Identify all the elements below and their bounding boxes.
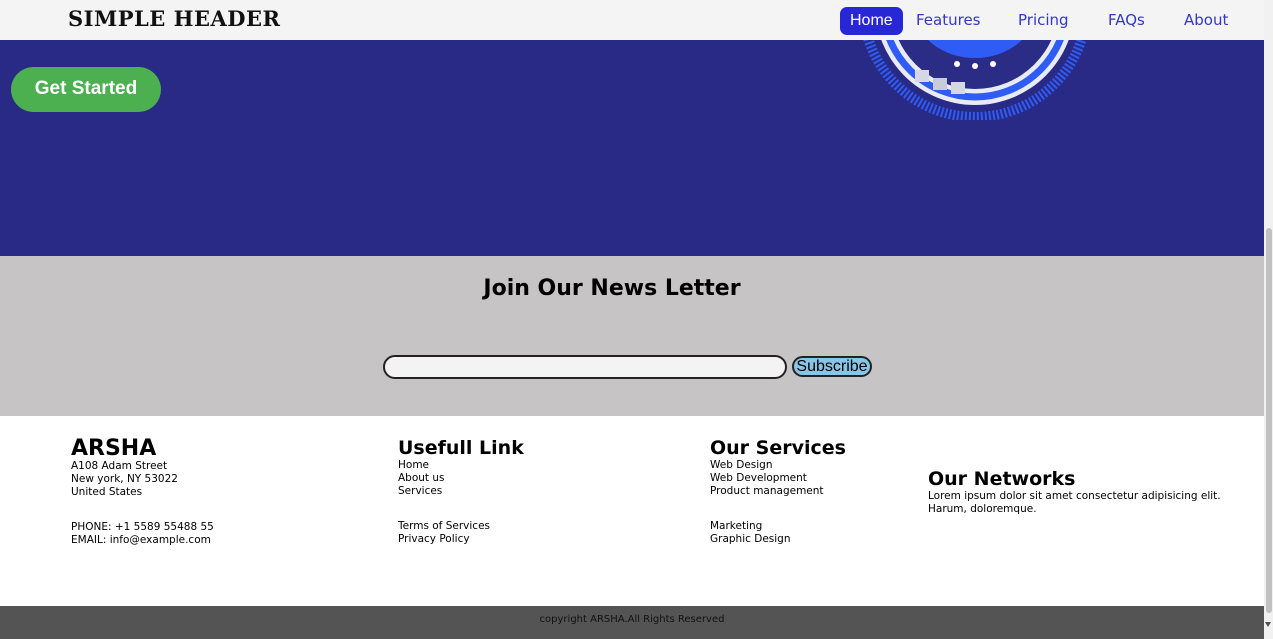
newsletter-title: Join Our News Letter (483, 276, 741, 301)
nav-pricing[interactable]: Pricing (1018, 7, 1069, 35)
footer-link-about[interactable]: About us (398, 472, 524, 485)
footer-link-privacy[interactable]: Privacy Policy (398, 533, 524, 546)
address-line: New york, NY 53022 (71, 473, 178, 485)
subscribe-button[interactable]: Subscribe (792, 356, 872, 377)
newsletter-email-input[interactable] (383, 355, 787, 379)
nav-features[interactable]: Features (916, 7, 981, 35)
footer-brand-column: ARSHA A108 Adam Street New york, NY 5302… (71, 438, 214, 547)
hero-illustration (863, 40, 1087, 120)
service-graphic-design[interactable]: Graphic Design (710, 533, 846, 546)
footer-phone: PHONE: +1 5589 55488 55 (71, 521, 214, 533)
service-web-design[interactable]: Web Design (710, 459, 846, 472)
scrollbar-thumb[interactable] (1266, 228, 1272, 613)
nav-home[interactable]: Home (840, 7, 903, 35)
service-product-management[interactable]: Product management (710, 485, 846, 498)
main-nav: Home Features Pricing FAQs About (0, 7, 1264, 35)
service-marketing[interactable]: Marketing (710, 520, 846, 533)
newsletter-section: Join Our News Letter Subscribe (0, 256, 1264, 416)
scroll-down-arrow-icon[interactable] (1265, 622, 1271, 627)
page: SIMPLE HEADER Home Features Pricing FAQs… (0, 0, 1264, 639)
footer-links-column: Usefull Link Home About us Services Term… (398, 437, 524, 546)
site-header: SIMPLE HEADER Home Features Pricing FAQs… (0, 0, 1264, 40)
nav-faqs[interactable]: FAQs (1108, 7, 1145, 35)
copyright-bar: copyright ARSHA.All Rights Reserved (0, 606, 1264, 639)
footer-services-column: Our Services Web Design Web Development … (710, 437, 846, 546)
footer-brand-name: ARSHA (71, 436, 157, 461)
footer-email[interactable]: EMAIL: info@example.com (71, 534, 214, 547)
footer-networks-column: Our Networks Lorem ipsum dolor sit amet … (928, 468, 1221, 516)
service-web-development[interactable]: Web Development (710, 472, 846, 485)
footer-services-title: Our Services (710, 437, 846, 459)
address-line: A108 Adam Street (71, 460, 168, 472)
footer-links-title: Usefull Link (398, 437, 524, 459)
footer-networks-title: Our Networks (928, 468, 1076, 490)
nav-about[interactable]: About (1184, 7, 1228, 35)
footer-link-terms[interactable]: Terms of Services (398, 520, 524, 533)
address-line: United States (71, 486, 143, 498)
footer-link-services[interactable]: Services (398, 485, 524, 498)
vertical-scrollbar[interactable] (1264, 0, 1273, 639)
networks-text-line: Harum, doloremque. (928, 503, 1037, 515)
networks-text-line: Lorem ipsum dolor sit amet consectetur a… (928, 490, 1221, 502)
site-footer: ARSHA A108 Adam Street New york, NY 5302… (0, 416, 1264, 606)
get-started-button[interactable]: Get Started (11, 67, 161, 112)
hero-section: Get Started (0, 40, 1264, 256)
footer-link-home[interactable]: Home (398, 459, 524, 472)
